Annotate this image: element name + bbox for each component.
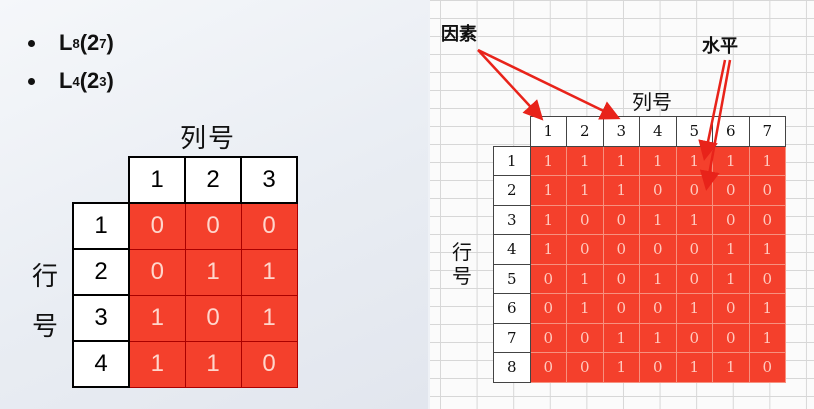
annotation-arrows bbox=[477, 48, 732, 191]
factor-arrow-to-col1 bbox=[477, 49, 544, 121]
level-arrow-to-row2 bbox=[699, 59, 732, 191]
factor-arrow-to-col3 bbox=[477, 48, 621, 120]
